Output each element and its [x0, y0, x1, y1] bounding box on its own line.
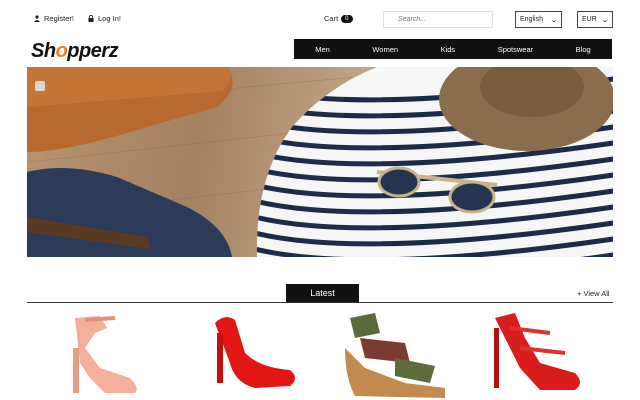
currency-select[interactable]: EUR ⌄: [577, 11, 613, 28]
login-label: Log In!: [98, 14, 121, 23]
language-value: English: [520, 16, 543, 23]
cart-count-badge: 0: [341, 14, 353, 23]
nav-item-women[interactable]: Women: [372, 45, 398, 54]
nav-item-blog[interactable]: Blog: [576, 45, 591, 54]
product-card[interactable]: [45, 308, 165, 400]
chevron-down-icon: ⌄: [550, 16, 558, 24]
hero-banner-image[interactable]: [27, 67, 613, 257]
view-all-link[interactable]: + View All: [577, 289, 610, 298]
user-icon: [34, 15, 40, 22]
page: Register! Log In! Cart 0 English ⌄ EUR ⌄: [0, 0, 640, 400]
top-bar: Register! Log In! Cart 0 English ⌄ EUR ⌄: [28, 10, 613, 30]
hero-illustration: [27, 67, 613, 257]
chevron-down-icon: ⌄: [601, 16, 609, 24]
section-divider: [27, 302, 613, 303]
product-image: [73, 316, 137, 393]
currency-value: EUR: [582, 16, 597, 23]
register-label: Register!: [44, 14, 75, 23]
product-card[interactable]: [195, 308, 315, 400]
nav-item-spotswear[interactable]: Spotswear: [498, 45, 533, 54]
nav-item-men[interactable]: Men: [315, 45, 330, 54]
nav-item-kids[interactable]: Kids: [441, 45, 456, 54]
product-image: [345, 313, 445, 398]
login-link[interactable]: Log In!: [88, 14, 121, 23]
search-input[interactable]: [383, 11, 493, 28]
lock-icon: [88, 15, 94, 22]
latest-heading: Latest: [286, 284, 359, 302]
site-logo[interactable]: Shopperz: [31, 40, 119, 63]
product-grid: [27, 308, 613, 400]
cart-label: Cart: [324, 14, 339, 23]
account-links: Register! Log In!: [34, 14, 121, 23]
product-image: [215, 317, 295, 388]
main-nav: Men Women Kids Spotswear Blog: [294, 39, 612, 59]
cart-link[interactable]: Cart 0: [324, 14, 353, 23]
product-card[interactable]: [480, 308, 600, 400]
product-image: [494, 313, 580, 390]
language-select[interactable]: English ⌄: [515, 11, 562, 28]
register-link[interactable]: Register!: [34, 14, 74, 23]
product-card[interactable]: [335, 308, 455, 400]
